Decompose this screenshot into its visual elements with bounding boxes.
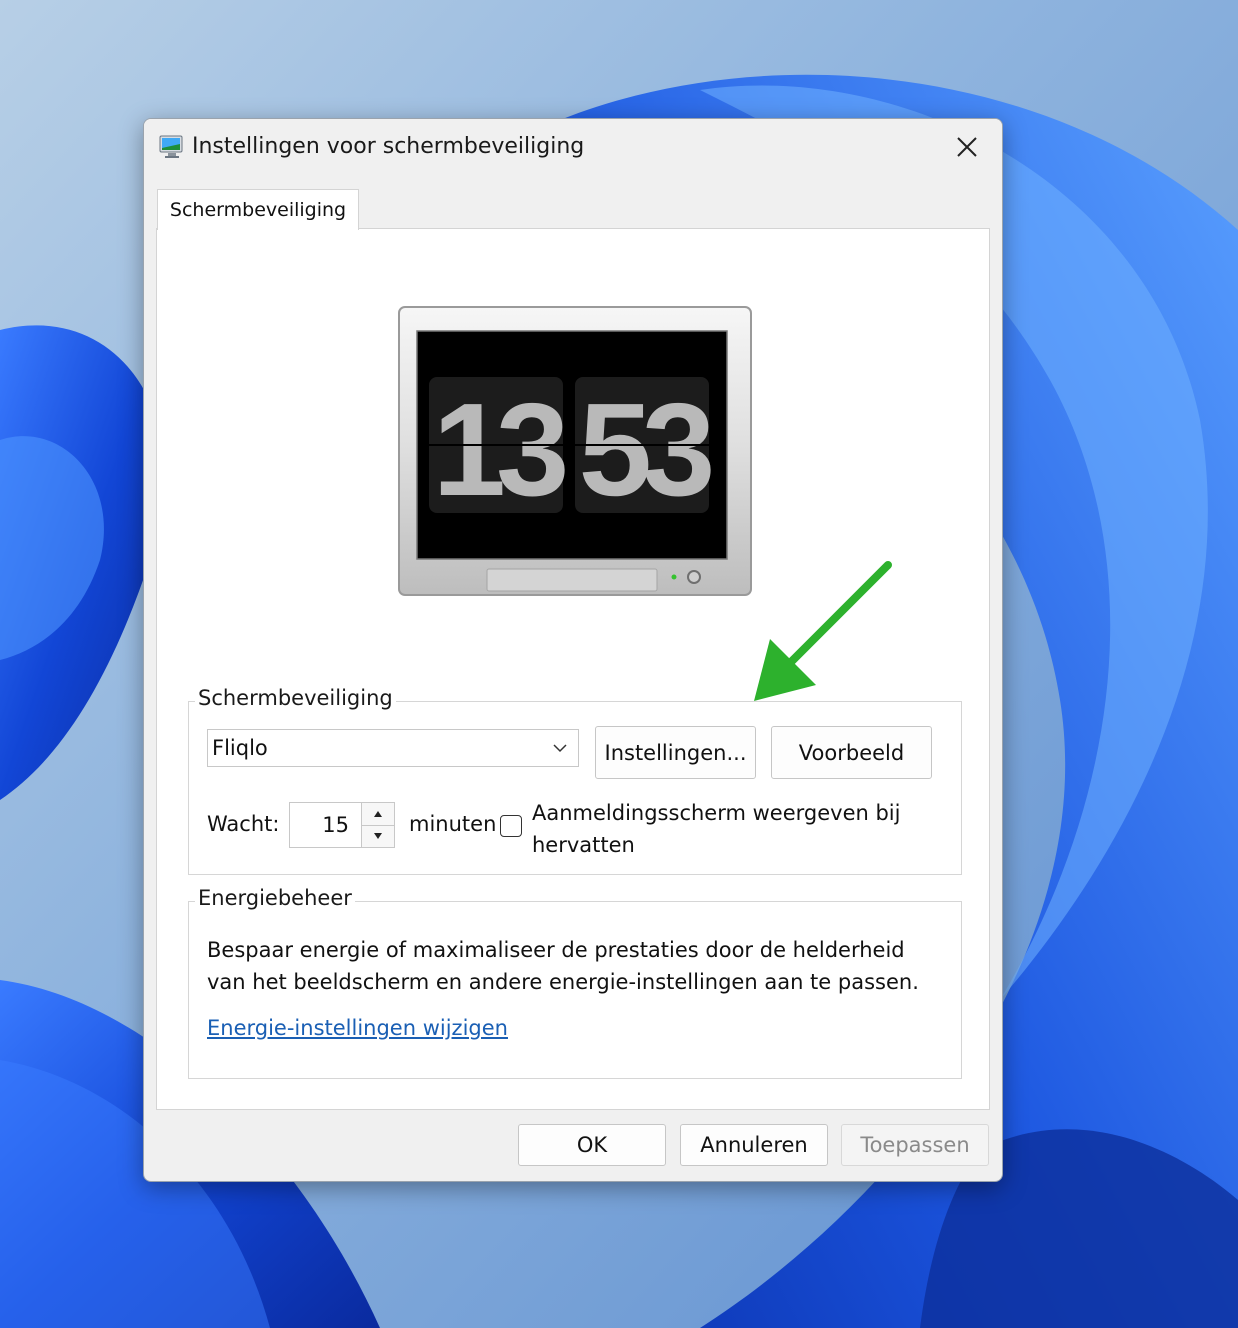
dialog-title: Instellingen voor schermbeveiliging <box>192 134 585 159</box>
clock-hours: 13 <box>433 376 565 523</box>
cancel-button[interactable]: Annuleren <box>680 1124 828 1166</box>
energy-description: Bespaar energie of maximaliseer de prest… <box>207 938 919 994</box>
close-button[interactable] <box>942 125 992 169</box>
annotation-arrow <box>754 561 892 701</box>
screensaver-preview: 13 53 <box>398 306 752 596</box>
wait-label: Wacht: <box>207 812 280 836</box>
screensaver-group-legend: Schermbeveiliging <box>195 686 396 710</box>
energy-group: Energiebeheer Bespaar energie of maximal… <box>188 886 962 1079</box>
close-icon <box>957 137 977 157</box>
chevron-down-icon <box>553 744 567 753</box>
tab-schermbeveiliging[interactable]: Schermbeveiliging <box>157 189 359 230</box>
preview-button[interactable]: Voorbeeld <box>771 726 932 779</box>
screensaver-group: Schermbeveiliging Fliqlo Instellingen...… <box>188 686 962 875</box>
screensaver-selected-value: Fliqlo <box>212 736 268 760</box>
logon-screen-checkbox-label[interactable]: Aanmeldingsscherm weergeven bij hervatte… <box>532 797 932 861</box>
triangle-up-icon <box>374 811 382 817</box>
wait-minutes-spinner <box>361 802 395 848</box>
screensaver-select[interactable]: Fliqlo <box>207 729 579 767</box>
clock-minutes: 53 <box>579 376 711 523</box>
triangle-down-icon <box>374 833 382 839</box>
change-power-settings-link[interactable]: Energie-instellingen wijzigen <box>207 1016 508 1040</box>
spin-up-button[interactable] <box>362 803 394 826</box>
energy-group-legend: Energiebeheer <box>195 886 355 910</box>
screensaver-settings-button[interactable]: Instellingen... <box>595 726 756 779</box>
monitor-settings-icon <box>159 135 183 158</box>
logon-screen-checkbox[interactable] <box>500 815 522 837</box>
wait-minutes-input[interactable]: 15 <box>289 802 361 848</box>
spin-down-button[interactable] <box>362 825 394 847</box>
title-bar[interactable]: Instellingen voor schermbeveiliging <box>144 119 1002 177</box>
ok-button[interactable]: OK <box>518 1124 666 1166</box>
apply-button[interactable]: Toepassen <box>841 1124 989 1166</box>
minutes-label: minuten <box>409 812 497 836</box>
